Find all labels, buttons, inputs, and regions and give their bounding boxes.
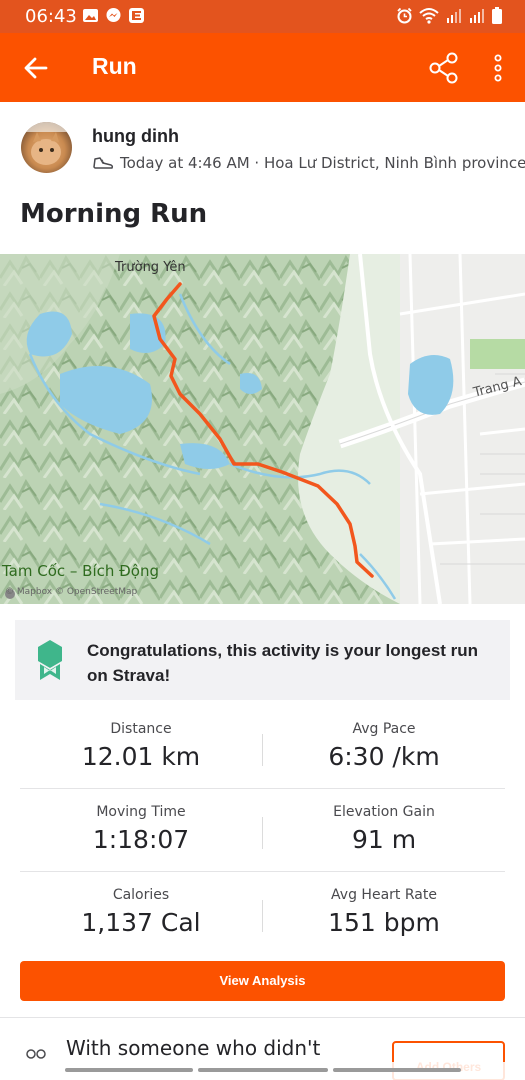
nav-back-button[interactable] (333, 1068, 461, 1072)
page-title: Run (92, 53, 137, 79)
stat-avg-heart-rate: Avg Heart Rate 151 bpm (263, 872, 505, 955)
back-button[interactable] (18, 50, 54, 86)
stat-label: Moving Time (96, 804, 186, 820)
messenger-icon (106, 8, 121, 22)
stat-row: Moving Time 1:18:07 Elevation Gain 91 m (20, 789, 505, 872)
signal-icon (447, 9, 461, 23)
status-time: 06:43 (25, 6, 77, 27)
avatar[interactable] (21, 122, 72, 173)
achievement-banner[interactable]: Congratulations, this activity is your l… (15, 620, 510, 700)
stat-avg-pace: Avg Pace 6:30 /km (263, 706, 505, 789)
share-button[interactable] (424, 48, 464, 88)
activity-date-location: Today at 4:46 AM · Hoa Lư District, Ninh… (120, 154, 525, 172)
alarm-icon (397, 7, 412, 24)
battery-icon (492, 7, 502, 24)
stat-value: 91 m (351, 825, 417, 854)
shoe-icon (93, 157, 114, 169)
stat-value: 12.01 km (81, 742, 201, 771)
share-icon (429, 52, 458, 84)
stat-row: Distance 12.01 km Avg Pace 6:30 /km (20, 706, 505, 789)
activity-title: Morning Run (20, 199, 208, 229)
stat-value: 1:18:07 (92, 825, 190, 854)
app-bar: Run (0, 33, 525, 102)
arrow-left-icon (24, 57, 48, 79)
status-system-icons (396, 7, 503, 24)
nav-recents-button[interactable] (65, 1068, 193, 1072)
activity-meta: Today at 4:46 AM · Hoa Lư District, Ninh… (92, 154, 525, 172)
with-others-text: With someone who didn't (66, 1036, 321, 1060)
image-icon (83, 9, 98, 22)
map-label-village: Trường Yên (115, 260, 186, 275)
wifi-icon (419, 8, 439, 24)
stat-distance: Distance 12.01 km (20, 706, 262, 789)
nav-home-button[interactable] (198, 1068, 328, 1072)
achievement-text: Congratulations, this activity is your l… (87, 641, 479, 685)
stat-label: Distance (110, 721, 172, 737)
signal-icon (470, 9, 484, 23)
stat-label: Elevation Gain (333, 804, 435, 820)
stat-row: Calories 1,137 Cal Avg Heart Rate 151 bp… (20, 872, 505, 955)
activity-stats: Distance 12.01 km Avg Pace 6:30 /km Movi… (20, 706, 505, 955)
status-bar: 06:43 (0, 0, 525, 33)
map-attribution[interactable]: © Mapbox © OpenStreetMap (5, 587, 137, 597)
strava-icon (129, 8, 144, 23)
divider (0, 1017, 525, 1018)
view-analysis-button[interactable]: View Analysis (20, 961, 505, 1001)
route-map[interactable]: Trường Yên Trang A Tam Cốc – Bích Động ©… (0, 254, 525, 604)
stat-value: 6:30 /km (328, 742, 440, 771)
people-icon (26, 1049, 46, 1059)
athlete-name[interactable]: hung dinh (92, 126, 179, 147)
award-badge-icon (38, 640, 62, 680)
stat-label: Avg Pace (352, 721, 416, 737)
more-options-button[interactable] (486, 48, 510, 88)
stat-elevation-gain: Elevation Gain 91 m (263, 789, 505, 872)
stat-calories: Calories 1,137 Cal (20, 872, 262, 955)
more-vertical-icon (494, 54, 502, 82)
stat-label: Avg Heart Rate (331, 887, 437, 903)
stat-value: 1,137 Cal (81, 908, 201, 937)
stat-value: 151 bpm (328, 908, 440, 937)
status-notification-icons (82, 7, 145, 24)
map-label-place: Tam Cốc – Bích Động (2, 562, 159, 580)
stat-label: Calories (112, 887, 170, 903)
map-canvas (0, 254, 525, 604)
stat-moving-time: Moving Time 1:18:07 (20, 789, 262, 872)
